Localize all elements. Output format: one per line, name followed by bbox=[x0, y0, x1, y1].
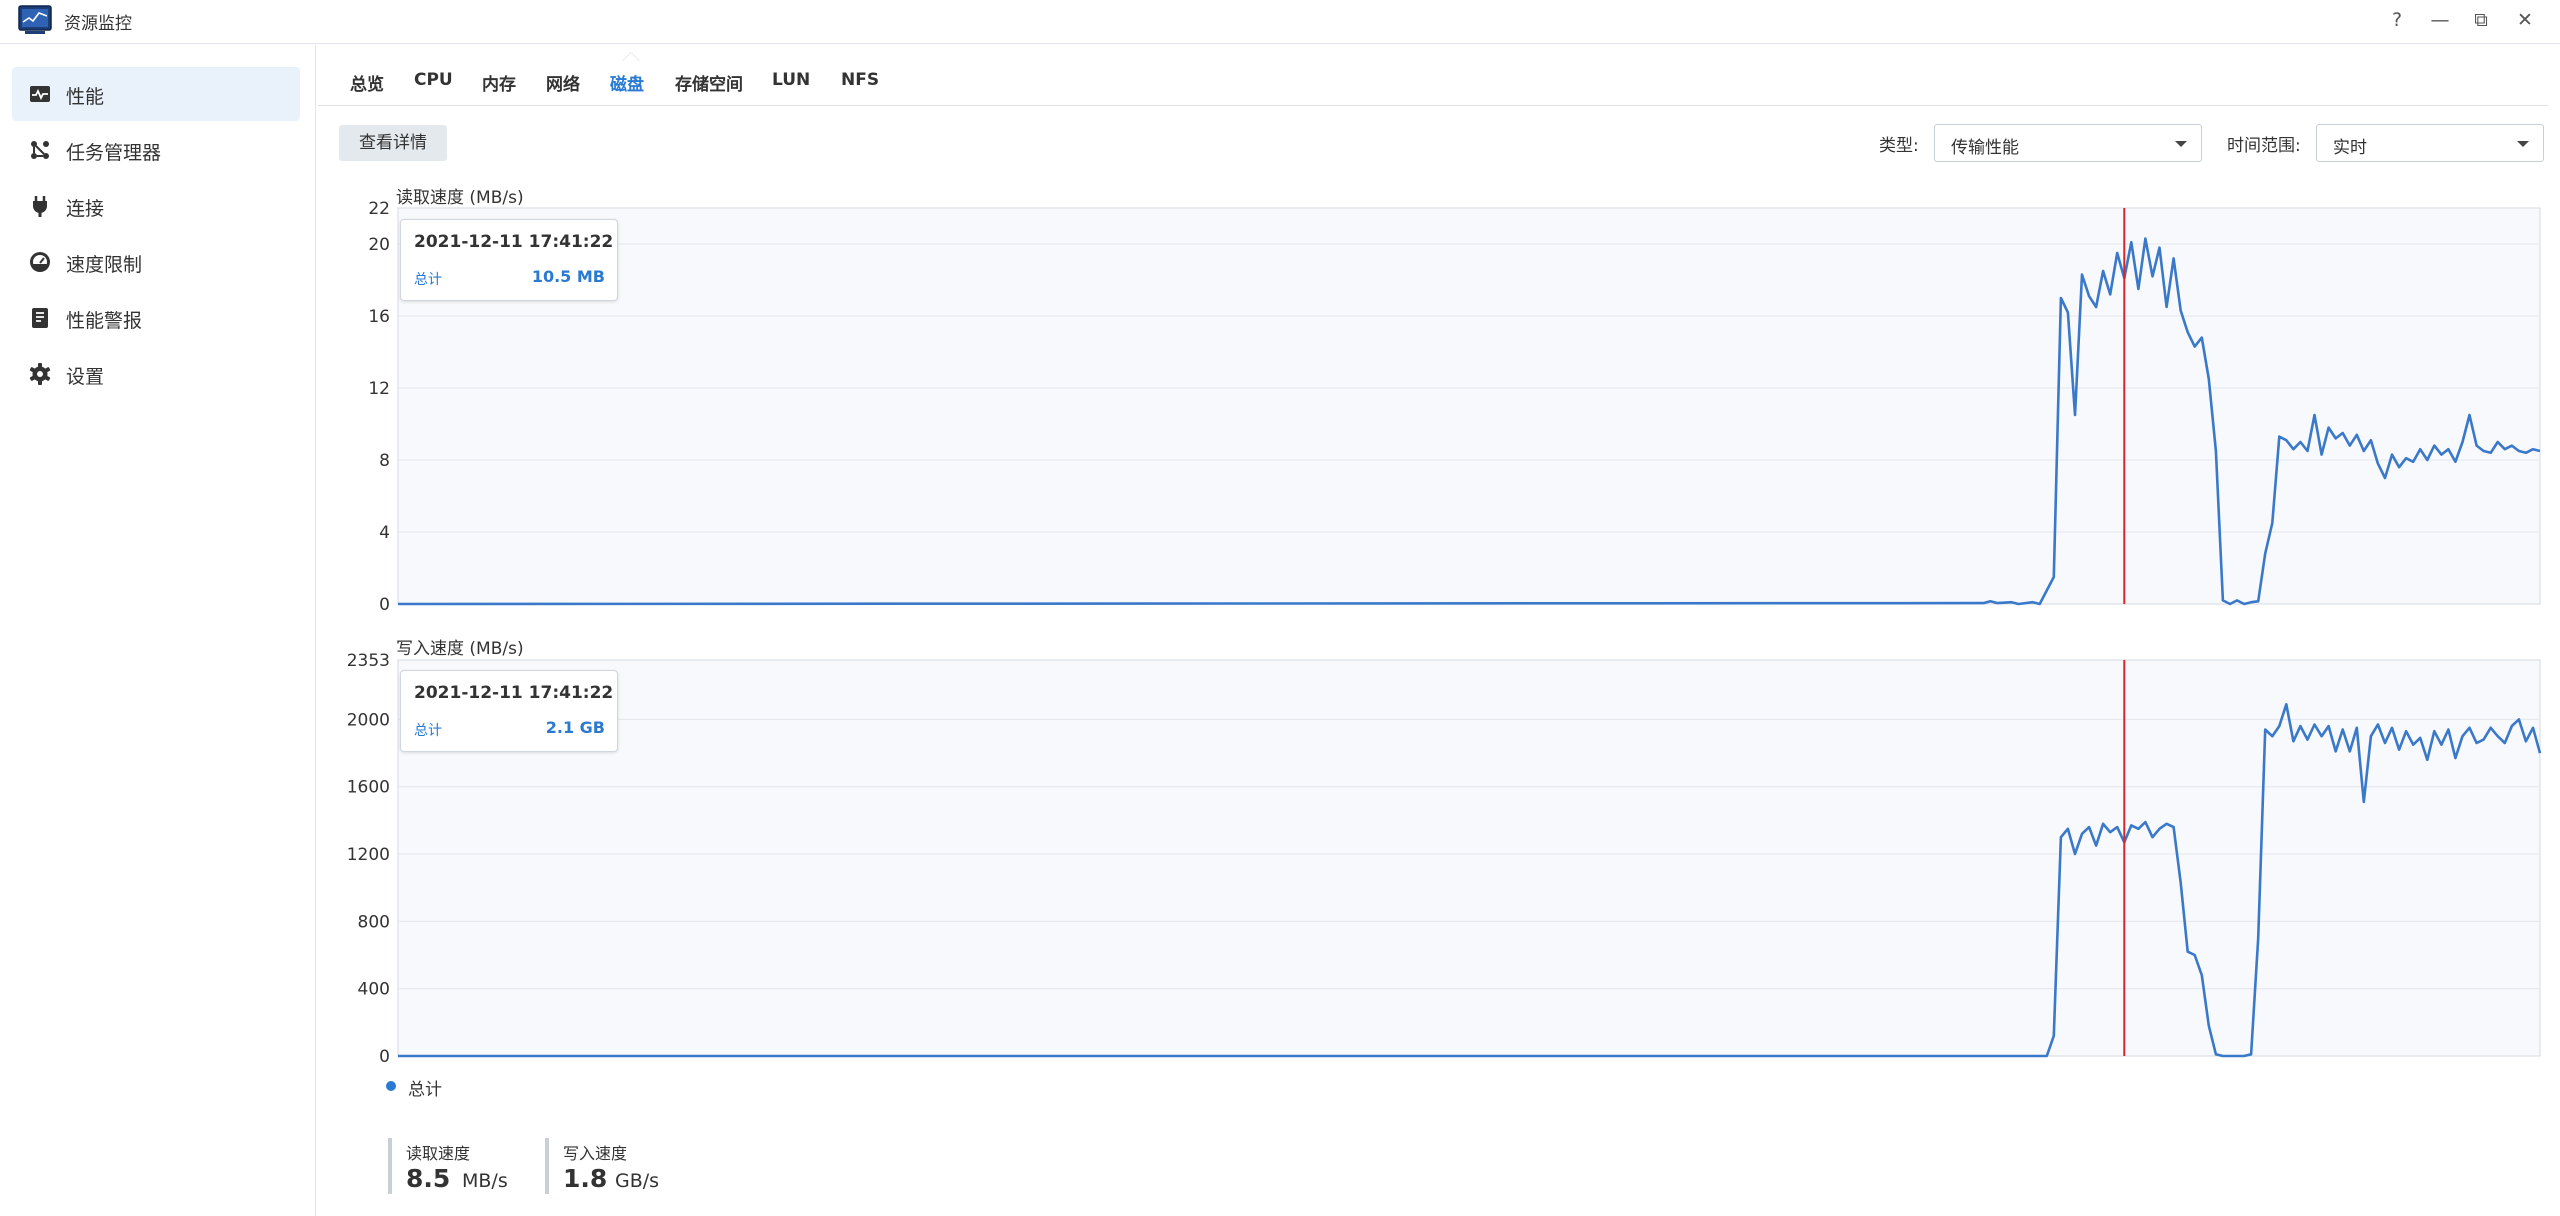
write-speed-label: 写入速度 bbox=[563, 1144, 628, 1163]
sidebar-item-task-manager[interactable]: 任务管理器 bbox=[12, 123, 300, 177]
write-speed-unit: GB/s bbox=[615, 1170, 660, 1192]
y-tick-label: 2000 bbox=[347, 710, 390, 730]
tooltip-value: 10.5 MB bbox=[531, 267, 605, 286]
write-chart-tooltip: 2021-12-11 17:41:22 总计 2.1 GB bbox=[400, 670, 618, 752]
title-bar: 资源监控 ? — ⧉ ✕ bbox=[0, 0, 2560, 44]
y-tick-label: 22 bbox=[368, 200, 390, 219]
type-select-value: 传输性能 bbox=[1951, 138, 2019, 158]
tooltip-series-name: 总计 bbox=[414, 272, 442, 288]
alert-icon bbox=[32, 308, 48, 328]
active-tab-indicator bbox=[622, 52, 640, 61]
sidebar-item-label: 任务管理器 bbox=[66, 142, 162, 164]
sidebar-item-performance[interactable]: 性能 bbox=[12, 67, 300, 121]
window-title: 资源监控 bbox=[64, 14, 132, 34]
sidebar: 性能 任务管理器 连接 速度限制 性能警报 设置 bbox=[0, 45, 316, 1216]
y-tick-label: 8 bbox=[379, 451, 390, 471]
y-tick-label: 800 bbox=[358, 912, 390, 932]
write-speed-value: 1.8 bbox=[563, 1164, 608, 1193]
y-tick-label: 16 bbox=[368, 307, 390, 327]
tooltip-value: 2.1 GB bbox=[545, 718, 605, 737]
y-tick-label: 0 bbox=[379, 1047, 390, 1062]
legend-marker bbox=[386, 1081, 396, 1091]
y-tick-label: 400 bbox=[358, 980, 390, 1000]
restore-button[interactable]: ⧉ bbox=[2466, 4, 2496, 36]
read-speed-value: 8.5 bbox=[406, 1164, 451, 1193]
tab-storage[interactable]: 存储空间 bbox=[675, 70, 743, 95]
minimize-button[interactable]: — bbox=[2425, 4, 2455, 36]
type-select[interactable]: 传输性能 bbox=[1934, 124, 2202, 162]
y-tick-label: 20 bbox=[368, 235, 390, 255]
sidebar-item-label: 性能警报 bbox=[66, 310, 143, 332]
write-speed-stat: 写入速度 1.8 GB/s bbox=[545, 1138, 685, 1194]
tab-nfs[interactable]: NFS bbox=[841, 70, 879, 90]
time-range-select-value: 实时 bbox=[2333, 138, 2367, 158]
sidebar-item-performance-alerts[interactable]: 性能警报 bbox=[12, 291, 300, 345]
read-speed-stat: 读取速度 8.5 MB/s bbox=[388, 1138, 528, 1194]
tab-lun[interactable]: LUN bbox=[772, 70, 810, 90]
y-tick-label: 12 bbox=[368, 379, 390, 399]
sidebar-item-settings[interactable]: 设置 bbox=[12, 347, 300, 401]
tab-cpu[interactable]: CPU bbox=[414, 70, 453, 90]
close-button[interactable]: ✕ bbox=[2510, 4, 2540, 36]
sidebar-item-connections[interactable]: 连接 bbox=[12, 179, 300, 233]
tab-disk[interactable]: 磁盘 bbox=[610, 70, 644, 95]
tooltip-time: 2021-12-11 17:41:22 bbox=[414, 232, 614, 252]
y-tick-label: 1200 bbox=[347, 845, 390, 865]
type-label: 类型: bbox=[1879, 136, 1919, 156]
resource-monitor-app-icon bbox=[18, 5, 52, 34]
tooltip-series-name: 总计 bbox=[414, 723, 442, 739]
write-speed-chart: 0 400 800 1200 1600 2000 2353 bbox=[347, 652, 2542, 1062]
tab-overview[interactable]: 总览 bbox=[350, 70, 384, 95]
gear-icon bbox=[29, 363, 51, 385]
tab-bar: 总览 CPU 内存 网络 磁盘 存储空间 LUN NFS bbox=[318, 45, 2548, 106]
chevron-down-icon bbox=[2517, 141, 2529, 147]
y-tick-label: 1600 bbox=[347, 778, 390, 798]
y-tick-label: 2353 bbox=[347, 652, 390, 671]
plot-area bbox=[397, 207, 2541, 605]
y-tick-label: 4 bbox=[379, 523, 390, 543]
read-speed-label: 读取速度 bbox=[406, 1144, 471, 1163]
tab-network[interactable]: 网络 bbox=[546, 70, 580, 95]
sidebar-item-label: 性能 bbox=[66, 86, 105, 108]
sidebar-item-label: 连接 bbox=[66, 198, 105, 220]
task-manager-icon bbox=[31, 141, 49, 159]
sidebar-item-label: 设置 bbox=[66, 366, 105, 388]
read-speed-chart: 0 4 8 12 16 20 22 bbox=[368, 200, 2541, 610]
sidebar-item-label: 速度限制 bbox=[66, 254, 143, 276]
plug-icon bbox=[33, 196, 47, 217]
sidebar-item-speed-limit[interactable]: 速度限制 bbox=[12, 235, 300, 289]
time-range-select[interactable]: 实时 bbox=[2316, 124, 2544, 162]
legend-label-total[interactable]: 总计 bbox=[408, 1075, 442, 1100]
read-chart-tooltip: 2021-12-11 17:41:22 总计 10.5 MB bbox=[400, 219, 618, 301]
time-range-label: 时间范围: bbox=[2227, 136, 2301, 156]
view-details-button[interactable]: 查看详情 bbox=[339, 125, 447, 161]
tooltip-time: 2021-12-11 17:41:22 bbox=[414, 683, 614, 703]
y-tick-label: 0 bbox=[379, 595, 390, 610]
read-speed-unit: MB/s bbox=[462, 1170, 508, 1192]
tab-memory[interactable]: 内存 bbox=[482, 70, 516, 95]
performance-icon bbox=[30, 86, 50, 102]
chevron-down-icon bbox=[2175, 141, 2187, 147]
gauge-icon bbox=[30, 252, 50, 272]
help-button[interactable]: ? bbox=[2382, 4, 2412, 36]
